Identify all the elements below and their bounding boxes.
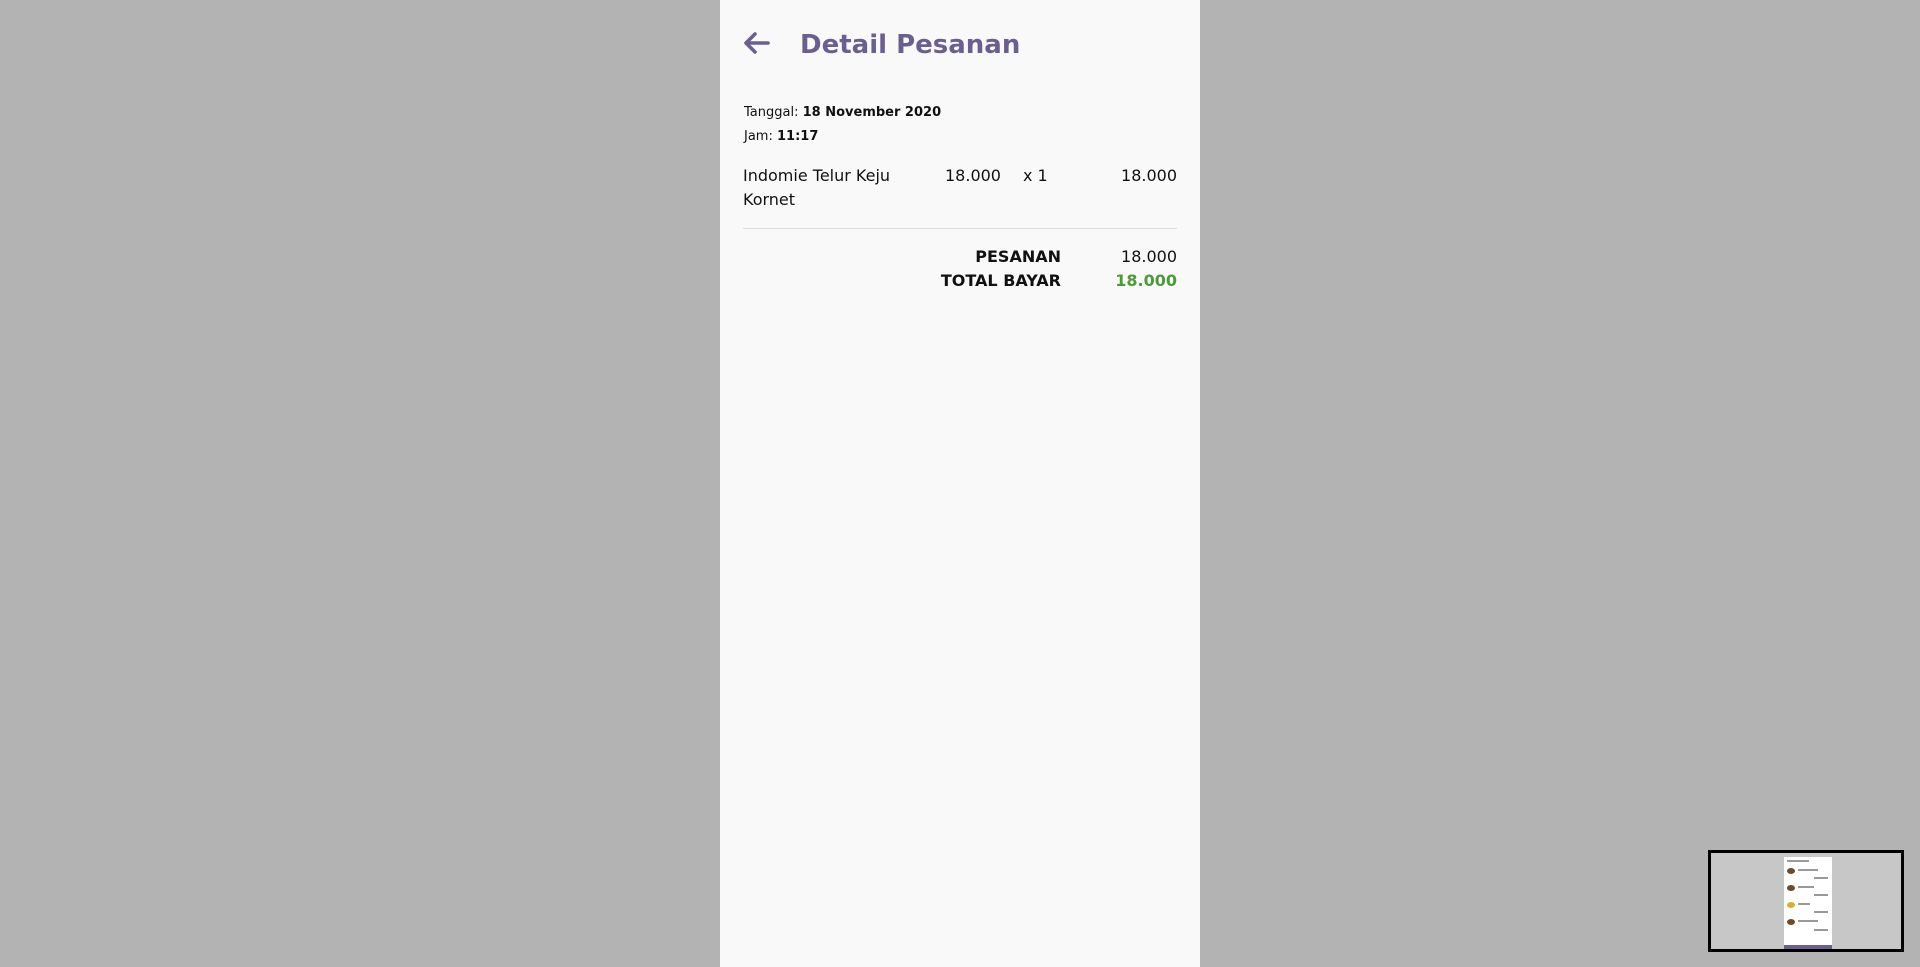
minimap-food-thumbnail — [1787, 868, 1795, 874]
minimap-line — [1798, 903, 1810, 905]
page-minimap[interactable] — [1708, 850, 1904, 952]
order-time: Jam: 11:17 — [744, 128, 818, 146]
order-value: 18.000 — [1121, 247, 1177, 266]
item-subtotal: 18.000 — [1121, 166, 1177, 185]
minimap-line — [1787, 860, 1809, 862]
minimap-food-thumbnail — [1787, 919, 1795, 925]
minimap-bottom-nav — [1784, 945, 1832, 949]
minimap-line — [1814, 894, 1828, 896]
time-label: Jam: — [744, 129, 773, 144]
time-value: 11:17 — [776, 129, 819, 144]
item-price: 18.000 — [945, 166, 1001, 185]
order-detail-screen: Detail Pesanan Tanggal: 18 November 2020… — [720, 0, 1200, 967]
minimap-line — [1798, 920, 1818, 922]
minimap-line — [1798, 869, 1818, 871]
minimap-line — [1798, 886, 1814, 888]
item-quantity: x 1 — [1023, 166, 1048, 185]
back-button[interactable] — [740, 26, 774, 60]
total-value: 18.000 — [1115, 271, 1177, 290]
order-date: Tanggal: 18 November 2020 — [744, 104, 941, 122]
page-title: Detail Pesanan — [800, 30, 1021, 60]
date-label: Tanggal: — [744, 105, 799, 120]
divider — [743, 228, 1177, 229]
minimap-line — [1814, 929, 1828, 931]
item-name: Indomie Telur Keju Kornet — [743, 166, 891, 209]
minimap-line — [1814, 877, 1828, 879]
arrow-left-icon — [744, 32, 770, 54]
app-header: Detail Pesanan — [720, 0, 1200, 92]
date-value: 18 November 2020 — [802, 105, 942, 120]
order-item-row: Indomie Telur Keju Kornet 18.000 x 1 18.… — [743, 164, 1177, 214]
total-label: TOTAL BAYAR — [940, 271, 1061, 290]
minimap-food-thumbnail — [1787, 885, 1795, 891]
order-label: PESANAN — [975, 247, 1061, 266]
total-summary-row: TOTAL BAYAR 18.000 — [743, 269, 1177, 293]
minimap-line — [1814, 911, 1828, 913]
order-summary-row: PESANAN 18.000 — [743, 245, 1177, 269]
minimap-page-preview — [1784, 857, 1832, 949]
minimap-food-thumbnail — [1787, 902, 1795, 908]
